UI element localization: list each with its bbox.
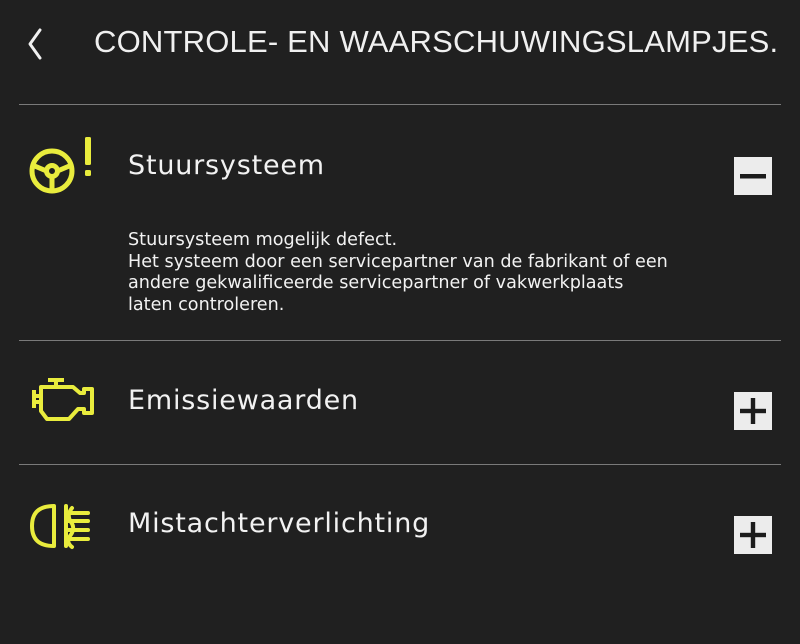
description-line: Het systeem door een servicepartner van …: [128, 251, 668, 272]
engine-icon: [28, 376, 98, 426]
rear-fog-light-icon: [28, 500, 100, 552]
divider: [19, 104, 781, 105]
expand-button[interactable]: [734, 392, 772, 430]
collapse-button[interactable]: [734, 157, 772, 195]
section-description: Stuursysteem mogelijk defect. Het systee…: [128, 230, 748, 316]
minus-icon: [740, 174, 766, 179]
header: CONTROLE- EN WAARSCHUWINGSLAMPJES.: [0, 0, 800, 104]
plus-icon: [740, 398, 766, 424]
section-title: Mistachterverlichting: [128, 508, 431, 539]
description-line: Stuursysteem mogelijk defect.: [128, 230, 398, 250]
plus-icon: [740, 522, 766, 548]
expand-button[interactable]: [734, 516, 772, 554]
page-title: CONTROLE- EN WAARSCHUWINGSLAMPJES.: [94, 24, 779, 59]
back-button[interactable]: [18, 22, 52, 66]
steering-warning-icon: [28, 134, 100, 194]
divider: [19, 464, 781, 465]
divider: [19, 340, 781, 341]
chevron-left-icon: [28, 28, 42, 60]
description-line: andere gekwalificeerde servicepartner of…: [128, 273, 624, 293]
section-title: Emissiewaarden: [128, 385, 359, 416]
description-line: laten controleren.: [128, 294, 285, 315]
section-title: Stuursysteem: [128, 150, 325, 181]
